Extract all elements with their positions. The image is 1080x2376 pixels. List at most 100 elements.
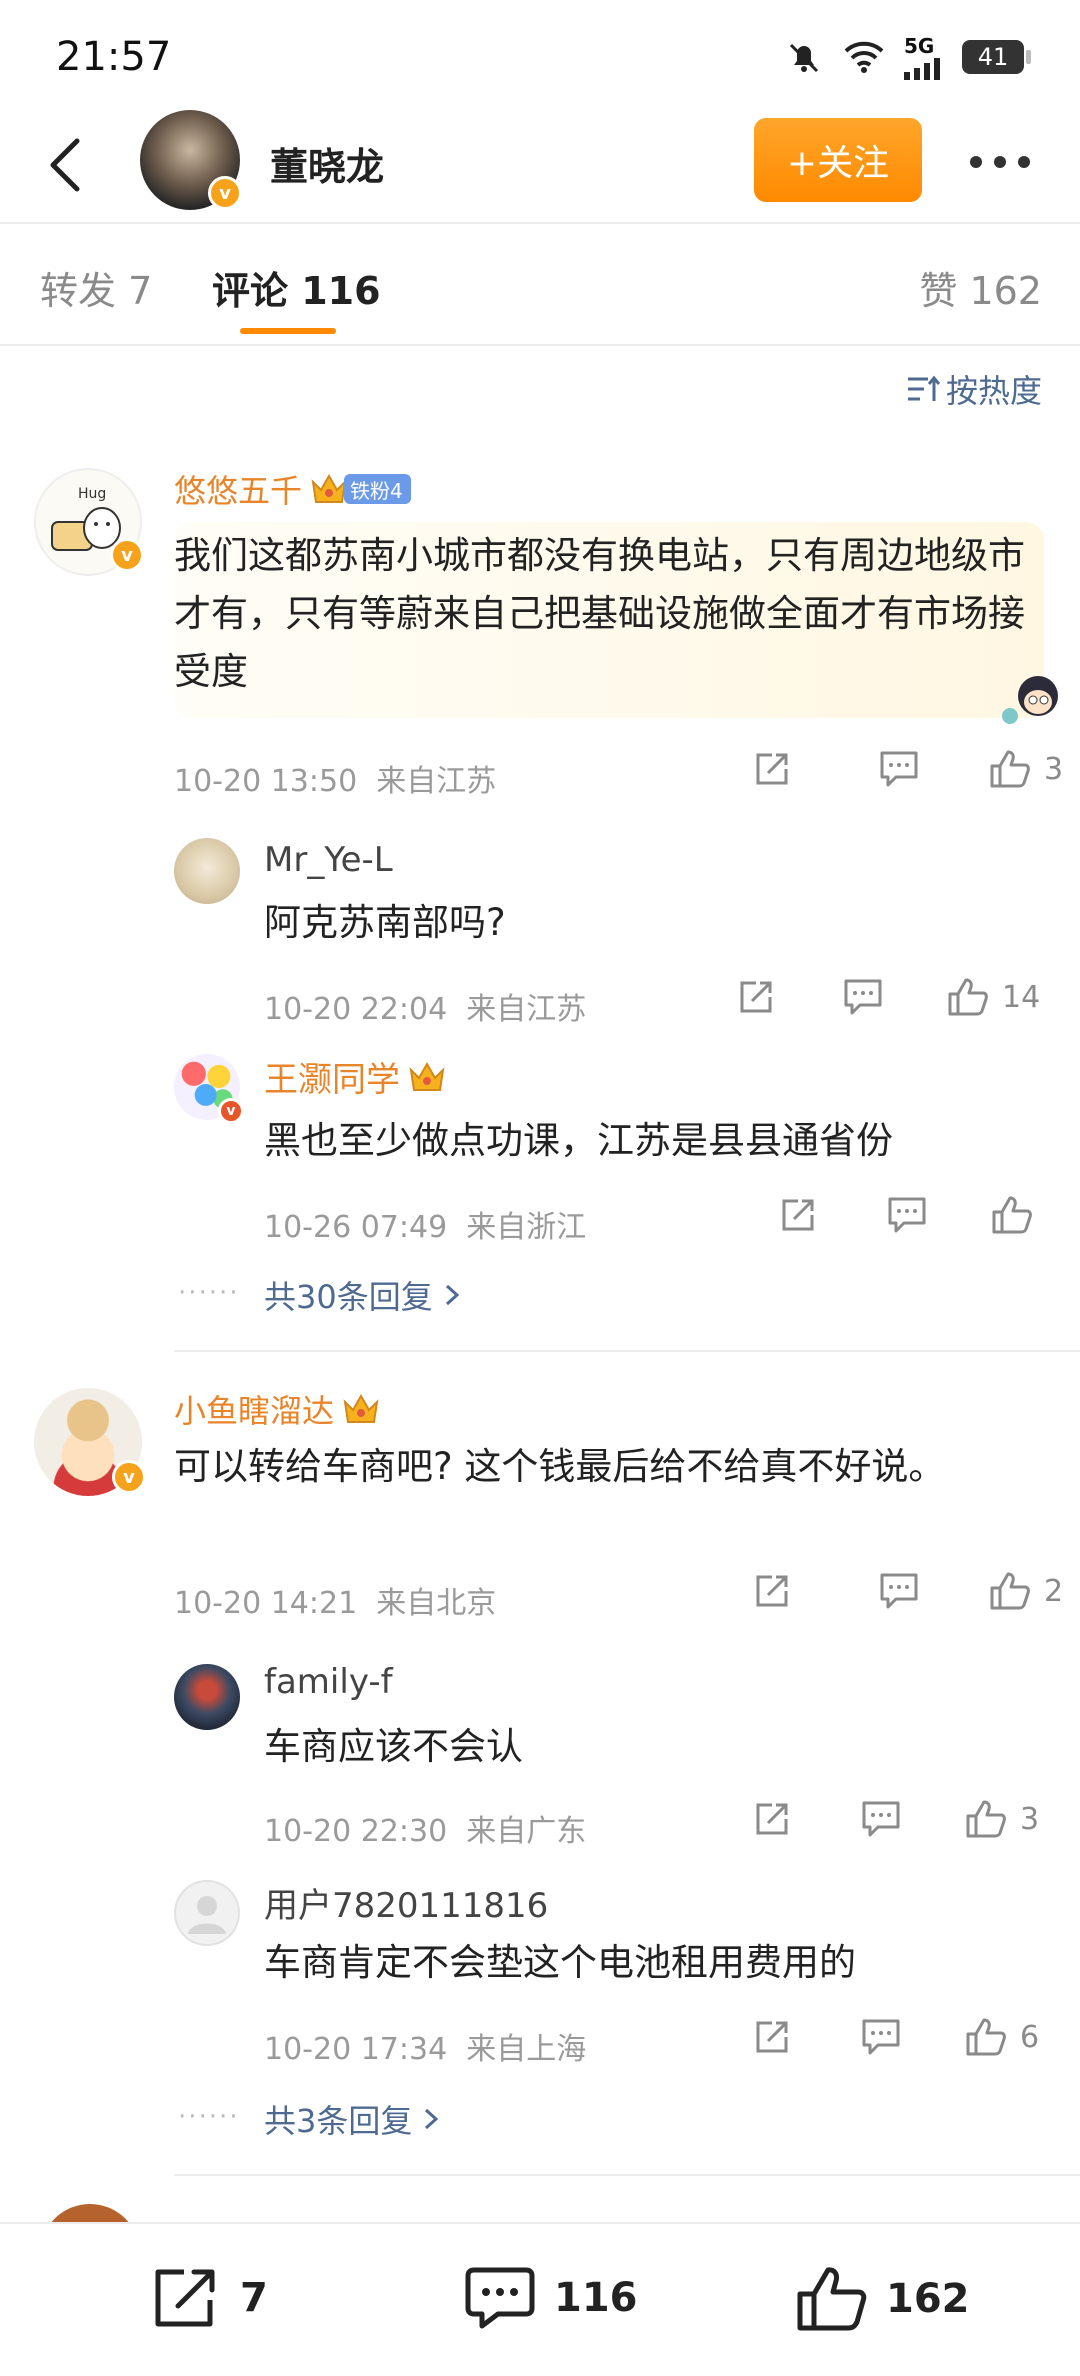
comment-author[interactable]: 悠悠五千 铁粉4 bbox=[174, 466, 411, 512]
reply-location: 来自浙江 bbox=[466, 1210, 587, 1245]
like-count: 14 bbox=[1002, 979, 1041, 1015]
back-icon bbox=[50, 138, 80, 192]
reply-author[interactable]: 王灏同学 bbox=[264, 1052, 446, 1101]
reply-avatar[interactable] bbox=[174, 1664, 240, 1730]
comment-avatar[interactable]: v bbox=[34, 1388, 146, 1496]
back-button[interactable] bbox=[30, 130, 100, 200]
reply-text: 车商应该不会认 bbox=[264, 1725, 523, 1768]
comment-icon bbox=[880, 1573, 918, 1609]
comment-location: 来自北京 bbox=[376, 1586, 497, 1621]
like-icon bbox=[797, 2267, 867, 2331]
reply-thread-dots: ······ bbox=[178, 2102, 240, 2132]
reply-time: 10-20 17:34 bbox=[264, 2032, 448, 2067]
share-icon bbox=[740, 981, 772, 1013]
repost-button[interactable]: 7 bbox=[150, 2264, 268, 2332]
reply-avatar[interactable] bbox=[174, 838, 240, 904]
tabs-divider bbox=[0, 344, 1080, 346]
comment-avatar[interactable]: Hug v bbox=[34, 468, 144, 576]
reply-button[interactable] bbox=[878, 1571, 988, 1611]
reply-button[interactable] bbox=[842, 977, 946, 1017]
share-icon bbox=[756, 2021, 788, 2053]
wifi-icon bbox=[844, 41, 884, 73]
comment-divider bbox=[174, 2174, 1080, 2176]
comment-author-name: 悠悠五千 bbox=[174, 472, 303, 510]
sort-icon bbox=[907, 375, 940, 401]
comment-icon bbox=[465, 2267, 535, 2329]
next-comment-peek bbox=[40, 2200, 1080, 2224]
sort-button[interactable]: 按热度 bbox=[906, 366, 1042, 412]
svg-text:Hug: Hug bbox=[78, 486, 106, 502]
chevron-right-icon bbox=[425, 2108, 439, 2130]
reply-author-name: 用户7820111816 bbox=[264, 1886, 549, 1926]
author-avatar[interactable]: v bbox=[140, 110, 242, 210]
crown-icon bbox=[311, 473, 347, 503]
reply-actions bbox=[778, 1194, 1046, 1236]
share-icon bbox=[756, 1575, 788, 1607]
like-button[interactable]: 3 bbox=[964, 1798, 1039, 1840]
comment-actions: 2 bbox=[752, 1570, 1063, 1612]
reply-author[interactable]: Mr_Ye-L bbox=[264, 840, 393, 880]
comment-divider bbox=[174, 1350, 1080, 1352]
reply-meta: 10-20 22:04 来自江苏 bbox=[264, 984, 586, 1028]
follow-button[interactable]: +关注 bbox=[754, 118, 922, 202]
status-bar: 21:57 5G 41 bbox=[0, 0, 1080, 110]
tab-comments[interactable]: 评论 116 bbox=[212, 260, 381, 315]
reply-button[interactable] bbox=[886, 1195, 990, 1235]
reply-avatar[interactable]: v bbox=[174, 1054, 244, 1124]
status-time: 21:57 bbox=[56, 34, 172, 80]
like-button[interactable]: 14 bbox=[946, 976, 1040, 1018]
reply-button[interactable] bbox=[860, 2017, 964, 2057]
more-replies-link[interactable]: 共3条回复 bbox=[264, 2096, 440, 2142]
like-button[interactable] bbox=[990, 1194, 1046, 1236]
sort-label: 按热度 bbox=[945, 372, 1042, 410]
reply-meta: 10-20 22:30 来自广东 bbox=[264, 1806, 586, 1850]
reply-actions: 6 bbox=[752, 2016, 1039, 2058]
reply-button[interactable] bbox=[860, 1799, 964, 1839]
comment-actions: 3 bbox=[752, 748, 1063, 790]
crown-icon bbox=[409, 1061, 445, 1091]
reply-avatar[interactable] bbox=[174, 1880, 240, 1946]
like-icon bbox=[966, 1800, 1006, 1838]
comment-author[interactable]: 小鱼瞎溜达 bbox=[174, 1386, 380, 1432]
comment-button[interactable]: 116 bbox=[464, 2264, 638, 2332]
default-avatar-icon bbox=[188, 1896, 226, 1934]
more-replies-link[interactable]: 共30条回复 bbox=[264, 1272, 461, 1318]
network-type: 5G bbox=[904, 34, 935, 58]
reply-meta: 10-20 17:34 来自上海 bbox=[264, 2024, 586, 2068]
reply-author-name: family-f bbox=[264, 1662, 393, 1702]
reply-time: 10-20 22:04 bbox=[264, 992, 448, 1027]
like-button[interactable]: 6 bbox=[964, 2016, 1039, 2058]
share-button[interactable] bbox=[752, 1571, 878, 1611]
reply-author[interactable]: 用户7820111816 bbox=[264, 1878, 548, 1927]
like-icon bbox=[990, 1572, 1030, 1610]
share-button[interactable] bbox=[736, 977, 842, 1017]
like-count: 3 bbox=[1020, 1801, 1040, 1837]
tab-likes[interactable]: 赞 162 bbox=[919, 260, 1042, 315]
share-icon bbox=[756, 1803, 788, 1835]
comment-icon bbox=[862, 2019, 900, 2055]
share-button[interactable] bbox=[752, 2017, 860, 2057]
like-count: 6 bbox=[1020, 2019, 1040, 2055]
reply-actions: 14 bbox=[736, 976, 1040, 1018]
mute-bell-icon bbox=[789, 43, 819, 73]
share-button[interactable] bbox=[752, 749, 878, 789]
author-name[interactable]: 董晓龙 bbox=[270, 136, 384, 191]
like-button[interactable]: 3 bbox=[988, 748, 1063, 790]
reply-author[interactable]: family-f bbox=[264, 1662, 393, 1702]
share-button[interactable] bbox=[752, 1799, 860, 1839]
comment-icon bbox=[844, 979, 882, 1015]
tab-reposts[interactable]: 转发 7 bbox=[40, 260, 152, 315]
like-button[interactable]: 162 bbox=[796, 2264, 970, 2334]
more-replies-label: 共30条回复 bbox=[264, 1278, 433, 1316]
like-button[interactable]: 2 bbox=[988, 1570, 1063, 1612]
comment-meta: 10-20 13:50 来自江苏 bbox=[174, 756, 496, 800]
more-button[interactable] bbox=[960, 132, 1040, 192]
share-button[interactable] bbox=[778, 1195, 886, 1235]
reply-text: 黑也至少做点功课，江苏是县县通省份 bbox=[264, 1119, 893, 1162]
like-icon bbox=[948, 978, 988, 1016]
battery-indicator: 41 bbox=[962, 40, 1031, 74]
reply-button[interactable] bbox=[878, 749, 988, 789]
comment-author-name: 小鱼瞎溜达 bbox=[174, 1392, 335, 1430]
anime-sticker-icon bbox=[1002, 676, 1058, 724]
signal-icon bbox=[904, 58, 940, 80]
